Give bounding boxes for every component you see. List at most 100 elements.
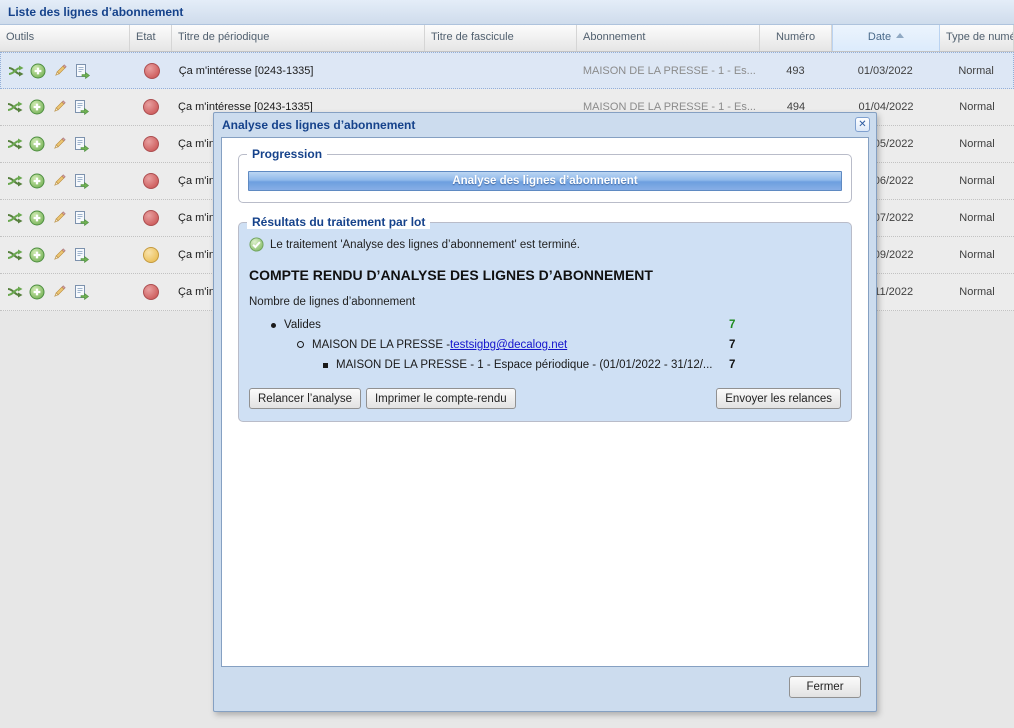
tools-cell [0, 200, 130, 236]
analysis-dialog: Analyse des lignes d’abonnement ✕ Progre… [213, 112, 877, 712]
export-icon[interactable] [73, 284, 89, 300]
column-header-date-label: Date [868, 31, 891, 43]
column-header-date[interactable]: Date [832, 25, 940, 51]
edit-icon[interactable] [52, 63, 68, 79]
status-red-icon [143, 210, 159, 226]
relancer-analyse-button[interactable]: Relancer l’analyse [249, 388, 361, 409]
column-header-type-numerotation[interactable]: Type de numé [940, 25, 1014, 51]
type-numerotation-cell: Normal [940, 274, 1014, 310]
export-icon[interactable] [74, 63, 90, 79]
bullet-circle-icon [297, 341, 304, 348]
column-header-abonnement[interactable]: Abonnement [577, 25, 760, 51]
table-row[interactable]: Ça m'intéresse [0243-1335] MAISON DE LA P… [0, 52, 1014, 89]
switch-arrows-icon[interactable] [8, 63, 24, 79]
type-numerotation-cell: Normal [940, 163, 1014, 199]
edit-icon[interactable] [51, 247, 67, 263]
close-icon[interactable]: ✕ [855, 117, 870, 132]
page-title: Liste des lignes d’abonnement [0, 0, 1014, 25]
envoyer-relances-button[interactable]: Envoyer les relances [716, 388, 841, 409]
etat-cell [130, 274, 172, 310]
imprimer-compte-rendu-button[interactable]: Imprimer le compte-rendu [366, 388, 516, 409]
tools-cell [0, 126, 130, 162]
date-cell: 01/03/2022 [831, 53, 939, 88]
edit-icon[interactable] [51, 136, 67, 152]
result-line-valides: Valides 7 [249, 319, 841, 331]
edit-icon[interactable] [51, 210, 67, 226]
column-header-outils[interactable]: Outils [0, 25, 130, 51]
email-link[interactable]: testsigbg@decalog.net [450, 339, 567, 351]
check-circle-icon [249, 237, 264, 252]
type-numerotation-cell: Normal [940, 237, 1014, 273]
export-icon[interactable] [73, 210, 89, 226]
column-header-titre-fascicule[interactable]: Titre de fascicule [425, 25, 577, 51]
etat-cell [130, 163, 172, 199]
fermer-button[interactable]: Fermer [789, 676, 861, 698]
titre-fascicule-cell [425, 53, 577, 88]
status-red-icon [143, 173, 159, 189]
result-line-value: 7 [729, 339, 841, 351]
switch-arrows-icon[interactable] [7, 284, 23, 300]
type-numerotation-cell: Normal [940, 200, 1014, 236]
type-numerotation-cell: Normal [940, 126, 1014, 162]
etat-cell [130, 237, 172, 273]
progression-legend: Progression [247, 147, 327, 161]
tools-cell [1, 53, 131, 88]
edit-icon[interactable] [51, 284, 67, 300]
grid-header: Outils Etat Titre de périodique Titre de… [0, 25, 1014, 52]
progression-fieldset: Progression Analyse des lignes d’abonnem… [238, 154, 852, 203]
status-yellow-icon [143, 247, 159, 263]
export-icon[interactable] [73, 99, 89, 115]
bullet-square-icon [323, 363, 328, 368]
type-numerotation-cell: Normal [940, 89, 1014, 125]
add-icon[interactable] [29, 284, 45, 300]
dialog-titlebar[interactable]: Analyse des lignes d’abonnement ✕ [214, 113, 876, 137]
bullet-disc-icon [271, 323, 276, 328]
switch-arrows-icon[interactable] [7, 247, 23, 263]
tools-cell [0, 163, 130, 199]
result-line-value: 7 [729, 319, 841, 331]
report-title: COMPTE RENDU D’ANALYSE DES LIGNES D’ABON… [249, 267, 841, 283]
result-line-label: MAISON DE LA PRESSE - 1 - Espace périodi… [336, 359, 713, 371]
add-icon[interactable] [29, 173, 45, 189]
results-legend: Résultats du traitement par lot [247, 215, 430, 229]
export-icon[interactable] [73, 136, 89, 152]
results-fieldset: Résultats du traitement par lot Le trait… [238, 222, 852, 422]
switch-arrows-icon[interactable] [7, 210, 23, 226]
status-line: Le traitement 'Analyse des lignes d’abon… [249, 237, 841, 252]
column-header-etat[interactable]: Etat [130, 25, 172, 51]
switch-arrows-icon[interactable] [7, 173, 23, 189]
etat-cell [130, 200, 172, 236]
sort-ascending-icon [896, 33, 904, 38]
column-header-titre-periodique[interactable]: Titre de périodique [172, 25, 425, 51]
status-message: Le traitement 'Analyse des lignes d’abon… [270, 239, 580, 251]
abonnement-cell: MAISON DE LA PRESSE - 1 - Es... [577, 53, 760, 88]
titre-periodique-cell: Ça m'intéresse [0243-1335] [173, 53, 425, 88]
add-icon[interactable] [29, 247, 45, 263]
add-icon[interactable] [29, 136, 45, 152]
dialog-title: Analyse des lignes d’abonnement [222, 118, 415, 132]
tools-cell [0, 89, 130, 125]
switch-arrows-icon[interactable] [7, 99, 23, 115]
type-numerotation-cell: Normal [939, 53, 1013, 88]
tools-cell [0, 237, 130, 273]
dialog-footer: Fermer [214, 667, 876, 711]
edit-icon[interactable] [51, 173, 67, 189]
add-icon[interactable] [29, 210, 45, 226]
add-icon[interactable] [30, 63, 46, 79]
result-line-label: MAISON DE LA PRESSE - [312, 339, 450, 351]
progress-bar: Analyse des lignes d’abonnement [248, 171, 842, 191]
result-lines: Valides 7 MAISON DE LA PRESSE - testsigb… [249, 319, 841, 371]
switch-arrows-icon[interactable] [7, 136, 23, 152]
result-line-abonnement: MAISON DE LA PRESSE - 1 - Espace périodi… [249, 359, 841, 371]
add-icon[interactable] [29, 99, 45, 115]
numero-cell: 493 [759, 53, 831, 88]
result-line-bibliotheque: MAISON DE LA PRESSE - testsigbg@decalog.… [249, 339, 841, 351]
count-label: Nombre de lignes d’abonnement [249, 296, 841, 308]
status-red-icon [143, 284, 159, 300]
column-header-numero[interactable]: Numéro [760, 25, 832, 51]
edit-icon[interactable] [51, 99, 67, 115]
tools-cell [0, 274, 130, 310]
export-icon[interactable] [73, 247, 89, 263]
export-icon[interactable] [73, 173, 89, 189]
dialog-content: Progression Analyse des lignes d’abonnem… [221, 137, 869, 667]
